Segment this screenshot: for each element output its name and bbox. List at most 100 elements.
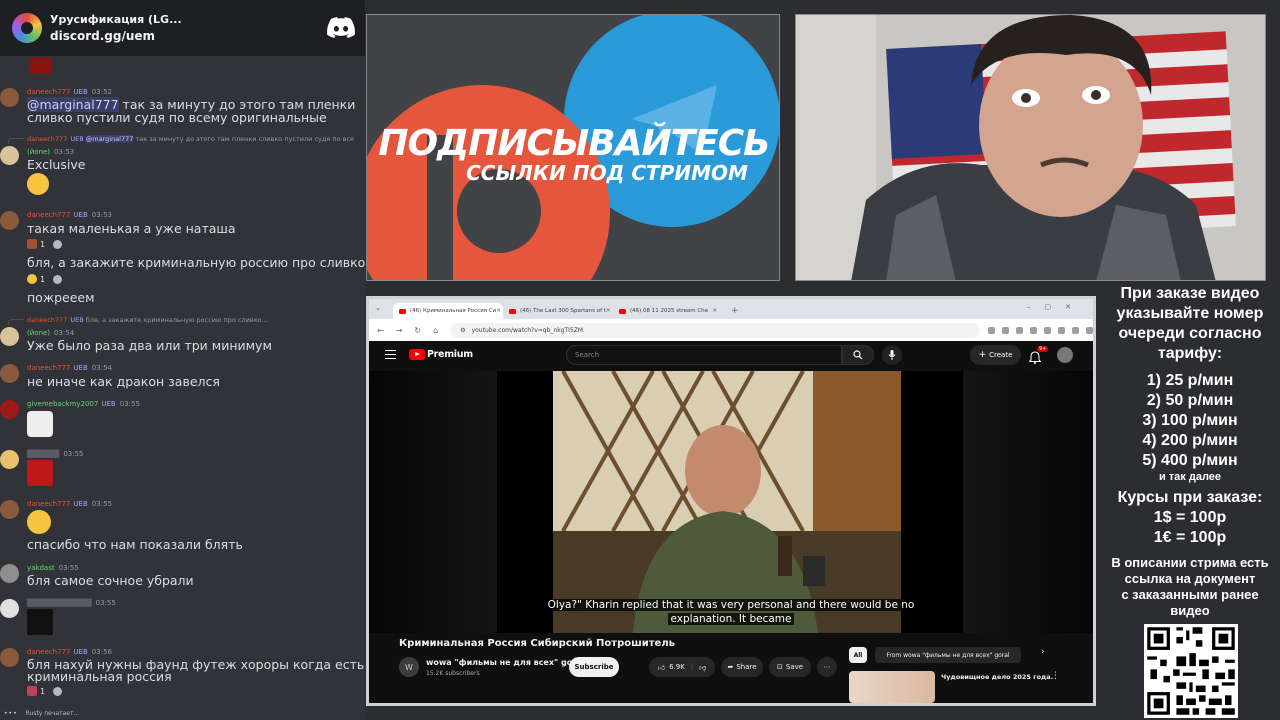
avatar <box>0 327 19 346</box>
timestamp: 03:54 <box>91 364 112 372</box>
thumbs-up-icon: 👍︎ <box>657 663 666 672</box>
recommended-thumbnail[interactable] <box>849 671 935 703</box>
extension-icon <box>1044 326 1052 334</box>
video-frame[interactable] <box>553 371 901 633</box>
video-player[interactable]: Olya?" Kharin replied that it was very p… <box>369 371 1093 633</box>
message-text: спасибо что нам показали блять <box>27 537 243 552</box>
extension-icons[interactable] <box>988 326 1093 334</box>
reload-icon[interactable]: ↻ <box>414 326 421 335</box>
more-actions-button[interactable]: ⋯ <box>817 657 837 677</box>
forward-icon[interactable]: → <box>396 326 403 335</box>
tab-search-icon[interactable]: ⌄ <box>375 304 381 312</box>
discord-chat-panel: Урусификация (LG... discord.gg/uem danee… <box>0 0 365 720</box>
share-button[interactable]: ➦ Share <box>721 657 763 677</box>
order-info-line: указывайте номер <box>1116 305 1264 322</box>
voice-search-button[interactable] <box>882 345 902 365</box>
channel-name[interactable]: wowa "фильмы не для всех" goral <box>426 658 584 667</box>
order-info-line: При заказе видео <box>1120 285 1260 302</box>
youtube-logo[interactable]: Premium <box>409 349 473 360</box>
home-icon[interactable]: ⌂ <box>433 326 438 335</box>
username[interactable]: yakdast <box>27 564 55 572</box>
webcam-image <box>796 15 1265 280</box>
avatar <box>0 599 19 618</box>
video-scene-image <box>553 371 901 633</box>
server-name: Урусификация (LG... <box>50 13 182 26</box>
add-reaction-icon[interactable] <box>53 239 63 249</box>
shocked-emoji-icon <box>27 173 49 195</box>
extension-icon <box>1030 326 1038 334</box>
search-input[interactable]: Search <box>566 345 842 365</box>
create-button[interactable]: + Create <box>970 345 1021 365</box>
save-button[interactable]: ⊡ Save <box>769 657 811 677</box>
message-text: Уже было раза два или три минимум <box>27 338 272 353</box>
username[interactable]: (йоne) <box>27 329 50 337</box>
username[interactable]: givemebackmy2007 <box>27 400 98 408</box>
avatar <box>0 146 19 165</box>
like-dislike-button[interactable]: 👍︎ 6.9K | 👎︎ <box>649 657 715 677</box>
username[interactable]: daneech777 <box>27 88 70 96</box>
image-attachment[interactable] <box>27 460 53 486</box>
subscriber-count: 15.2K subscribers <box>426 670 480 677</box>
search-button[interactable] <box>842 345 874 365</box>
reply-username[interactable]: daneech777 <box>27 316 67 324</box>
order-info-panel: При заказе видео указывайте номер очеред… <box>1100 282 1280 720</box>
image-attachment[interactable] <box>27 609 53 635</box>
add-reaction-icon[interactable] <box>53 274 63 284</box>
avatar <box>0 211 19 230</box>
reaction[interactable]: 1 <box>27 272 63 286</box>
more-vert-icon[interactable]: ⋮ <box>1051 671 1060 681</box>
browser-tab[interactable]: (46) The Last 300 Spartans of t ✕ <box>503 303 613 319</box>
rates-title: Курсы при заказе: <box>1117 489 1263 506</box>
notification-badge: 9+ <box>1037 346 1049 352</box>
recommended-title[interactable]: Чудовищное дело 2025 года. <box>941 673 1053 681</box>
tariff-more: и так далее <box>1158 471 1222 483</box>
timestamp: 03:53 <box>54 148 75 156</box>
chip-from-channel[interactable]: From wowa "фильмы не для всех" goral <box>875 647 1021 663</box>
message-text: сливко пустили судя по всему оригинальны… <box>27 110 327 125</box>
microphone-icon <box>888 350 896 360</box>
discord-logo-icon <box>327 17 355 38</box>
tariff-line: 2) 50 р/мин <box>1146 392 1234 409</box>
username[interactable]: daneech777 <box>27 364 70 372</box>
window-controls[interactable]: –▢✕ <box>1027 303 1085 311</box>
video-title: Криминальная Россия Сибирский Потрошител… <box>399 638 675 649</box>
reply-preview: так за минуту до этого там пленки сливко… <box>135 135 355 143</box>
username[interactable]: daneech777 <box>27 500 70 508</box>
channel-avatar[interactable]: W <box>399 657 419 677</box>
subscribe-button[interactable]: Subscribe <box>569 657 619 677</box>
message-text: криминальная россия <box>27 669 172 684</box>
browser-tab[interactable]: (46) Криминальная Россия Си ✕ <box>393 303 503 319</box>
avatar <box>0 88 19 107</box>
order-info-line: очереди согласно <box>1118 325 1262 342</box>
youtube-page: Premium Search + Create 9+ Olya?" Kharin… <box>369 341 1093 703</box>
new-tab-button[interactable]: + <box>731 306 739 316</box>
browser-tab[interactable]: (46) 08 11 2025 stream Che ✕ <box>613 303 723 319</box>
reaction[interactable]: 1 <box>27 237 63 251</box>
username[interactable]: (йоne) <box>27 148 50 156</box>
server-invite-link[interactable]: discord.gg/uem <box>50 29 182 43</box>
back-icon[interactable]: ← <box>377 326 384 335</box>
reply-username[interactable]: daneech777 <box>27 135 67 143</box>
doc-info-line: В описании стрима есть <box>1111 555 1269 570</box>
share-icon: ➦ <box>727 663 734 671</box>
timestamp: 03:55 <box>58 564 79 572</box>
rate-line: 1$ = 100р <box>1153 509 1227 526</box>
add-reaction-icon[interactable] <box>53 686 63 696</box>
account-avatar[interactable] <box>1057 347 1073 363</box>
tariff-line: 1) 25 р/мин <box>1146 372 1234 389</box>
chevron-right-icon[interactable]: › <box>1041 647 1045 657</box>
username[interactable]: daneech777 <box>27 211 70 219</box>
username[interactable]: daneech777 <box>27 648 70 656</box>
youtube-favicon-icon <box>509 308 516 314</box>
puzzle-icon <box>1058 326 1066 334</box>
message-text: бля самое сочное убрали <box>27 573 194 588</box>
reaction[interactable]: 1 <box>27 684 63 698</box>
doc-info-line: ссылка на документ <box>1124 571 1256 586</box>
search-icon <box>853 350 863 360</box>
url-input[interactable]: ⚙ youtube.com/watch?v=qb_nkgTI5ZM <box>450 322 981 338</box>
menu-icon <box>1086 326 1093 334</box>
browser-window: ⌄ (46) Криминальная Россия Си ✕ (46) The … <box>366 296 1096 706</box>
doc-info-line: видео <box>1170 603 1210 618</box>
chip-all[interactable]: All <box>849 647 867 663</box>
hamburger-menu-icon[interactable] <box>385 350 396 359</box>
